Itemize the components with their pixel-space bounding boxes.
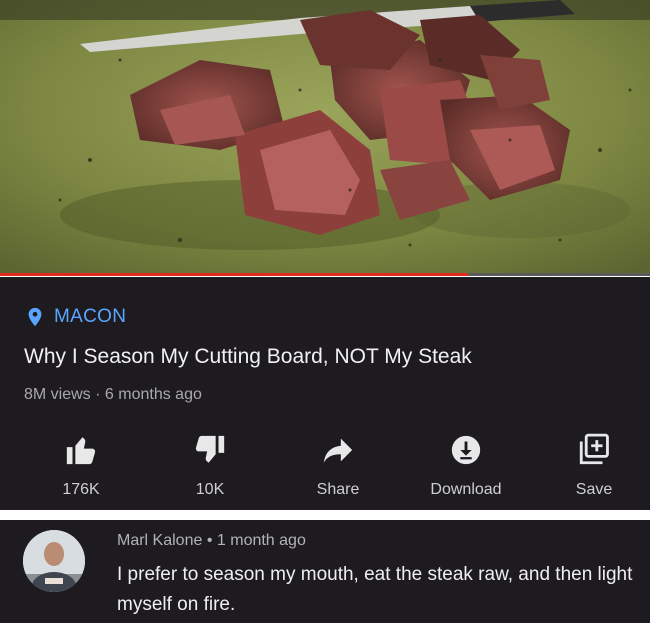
comment-age: 1 month ago <box>216 532 306 549</box>
like-count: 176K <box>62 481 100 498</box>
video-action-bar: 176K 10K Share Download Save <box>0 425 650 505</box>
person-avatar-image <box>23 530 85 592</box>
video-progress-bar[interactable] <box>0 273 650 276</box>
dislike-count: 10K <box>195 481 225 498</box>
commenter-avatar[interactable] <box>23 530 85 592</box>
view-count: 8M views <box>24 386 91 403</box>
channel-name: MACON <box>54 306 127 327</box>
download-button[interactable]: Download <box>411 425 521 503</box>
video-progress-fill <box>0 273 468 276</box>
dislike-button[interactable]: 10K <box>155 425 265 503</box>
download-icon <box>451 435 481 465</box>
share-label: Share <box>316 481 360 498</box>
download-label: Download <box>430 481 502 498</box>
share-icon <box>323 438 353 463</box>
screenshot-frame: MACON Why I Season My Cutting Board, NOT… <box>0 0 650 623</box>
comment-meta: Marl Kalone • 1 month ago <box>117 532 306 550</box>
comment-item: Marl Kalone • 1 month ago I prefer to se… <box>0 520 650 623</box>
video-meta: 8M views · 6 months ago <box>24 386 202 404</box>
channel-location-tag[interactable]: MACON <box>24 305 126 329</box>
video-thumbnail[interactable] <box>0 0 650 276</box>
comment-author[interactable]: Marl Kalone <box>117 532 202 549</box>
video-title: Why I Season My Cutting Board, NOT My St… <box>24 345 472 368</box>
steak-thumbnail-image <box>0 0 650 276</box>
share-button[interactable]: Share <box>283 425 393 503</box>
like-button[interactable]: 176K <box>26 425 136 503</box>
comment-meta-separator: • <box>206 532 213 549</box>
thumbs-up-icon <box>66 437 96 465</box>
upload-age: 6 months ago <box>104 386 202 403</box>
thumbs-down-icon <box>195 435 225 463</box>
save-label: Save <box>575 481 613 498</box>
section-divider <box>0 510 650 520</box>
location-pin-icon <box>28 307 42 327</box>
save-to-playlist-icon <box>579 433 609 465</box>
video-info-panel: MACON Why I Season My Cutting Board, NOT… <box>0 277 650 510</box>
meta-separator: · <box>95 386 101 403</box>
comment-text: I prefer to season my mouth, eat the ste… <box>117 564 633 615</box>
save-button[interactable]: Save <box>539 425 649 503</box>
